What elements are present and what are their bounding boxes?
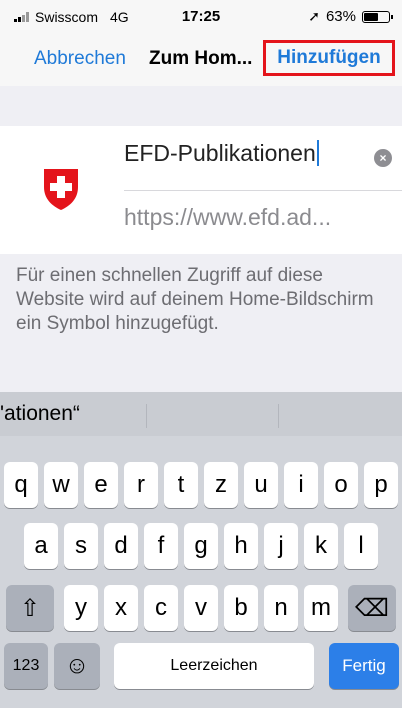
- clear-text-icon[interactable]: ×: [374, 149, 392, 167]
- suggestion-item[interactable]: 'ationen“: [0, 402, 80, 426]
- status-bar: Swisscom 4G 17:25 ➚ 63%: [0, 0, 402, 34]
- key-x[interactable]: x: [104, 585, 138, 631]
- suggestion-bar: 'ationen“: [0, 392, 402, 436]
- swiss-shield-icon: [44, 169, 78, 210]
- divider: [124, 190, 402, 191]
- key-n[interactable]: n: [264, 585, 298, 631]
- key-y[interactable]: y: [64, 585, 98, 631]
- numbers-key[interactable]: 123: [4, 643, 48, 689]
- text-caret: [316, 140, 319, 166]
- navigation-bar: Abbrechen Zum Hom... Hinzufügen: [0, 34, 402, 86]
- suggestion-divider: [278, 404, 279, 428]
- key-f[interactable]: f: [144, 523, 178, 569]
- key-j[interactable]: j: [264, 523, 298, 569]
- key-d[interactable]: d: [104, 523, 138, 569]
- key-p[interactable]: p: [364, 462, 398, 508]
- add-button[interactable]: Hinzufügen: [263, 40, 395, 76]
- name-field-value: EFD-Publikationen: [124, 140, 316, 166]
- key-o[interactable]: o: [324, 462, 358, 508]
- keyboard: 'ationen“ qwertzuiop asdfghjkl yxcvbnm ⇧…: [0, 392, 402, 708]
- key-h[interactable]: h: [224, 523, 258, 569]
- battery-icon: [362, 10, 393, 23]
- key-i[interactable]: i: [284, 462, 318, 508]
- description-section: Für einen schnellen Zugriff auf diese We…: [0, 254, 402, 392]
- key-e[interactable]: e: [84, 462, 118, 508]
- key-q[interactable]: q: [4, 462, 38, 508]
- url-field: https://www.efd.ad...: [124, 204, 332, 230]
- key-g[interactable]: g: [184, 523, 218, 569]
- description-text: Für einen schnellen Zugriff auf diese We…: [16, 265, 374, 334]
- key-c[interactable]: c: [144, 585, 178, 631]
- battery-percent: 63%: [325, 8, 356, 25]
- suggestion-divider: [146, 404, 147, 428]
- key-w[interactable]: w: [44, 462, 78, 508]
- battery-info: ➚ 63%: [308, 8, 393, 25]
- done-key[interactable]: Fertig: [329, 643, 399, 689]
- spacer: [0, 86, 402, 126]
- key-r[interactable]: r: [124, 462, 158, 508]
- key-a[interactable]: a: [24, 523, 58, 569]
- key-b[interactable]: b: [224, 585, 258, 631]
- emoji-key[interactable]: ☺: [54, 643, 100, 689]
- key-l[interactable]: l: [344, 523, 378, 569]
- key-m[interactable]: m: [304, 585, 338, 631]
- key-u[interactable]: u: [244, 462, 278, 508]
- page-title: Zum Hom...: [149, 48, 253, 69]
- backspace-key[interactable]: ⌫: [348, 585, 396, 631]
- key-z[interactable]: z: [204, 462, 238, 508]
- space-key[interactable]: Leerzeichen: [114, 643, 314, 689]
- shift-key[interactable]: ⇧: [6, 585, 54, 631]
- key-t[interactable]: t: [164, 462, 198, 508]
- key-k[interactable]: k: [304, 523, 338, 569]
- key-s[interactable]: s: [64, 523, 98, 569]
- cancel-button[interactable]: Abbrechen: [34, 48, 126, 70]
- name-field[interactable]: EFD-Publikationen: [124, 140, 319, 167]
- key-v[interactable]: v: [184, 585, 218, 631]
- bookmark-form: EFD-Publikationen × https://www.efd.ad..…: [0, 126, 402, 254]
- location-icon: ➚: [308, 8, 320, 24]
